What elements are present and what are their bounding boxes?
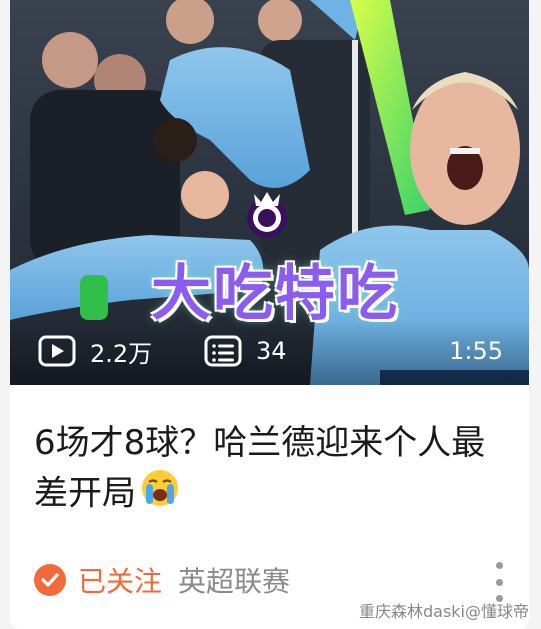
category-tag[interactable]: 英超联赛 (178, 560, 290, 600)
watermark: 重庆森林daski@懂球帝 (358, 602, 529, 621)
comment-count: 34 (204, 333, 287, 369)
more-options-icon[interactable] (493, 562, 505, 602)
more-dot (495, 562, 503, 569)
comment-count-text: 34 (256, 337, 287, 365)
video-thumbnail[interactable]: 大吃特吃 2.2万 34 1:55 (10, 0, 529, 385)
view-count: 2.2万 (38, 333, 152, 369)
followed-check-icon[interactable] (34, 564, 66, 596)
more-dot (495, 578, 503, 586)
post-title[interactable]: 6场才8球？哈兰德迎来个人最差开局 (34, 418, 494, 522)
video-duration: 1:55 (449, 337, 503, 365)
play-count-icon (38, 335, 76, 367)
view-count-text: 2.2万 (90, 339, 153, 368)
post-footer: 已关注 英超联赛 (34, 558, 514, 602)
comment-list-icon (204, 335, 242, 367)
loudly-crying-face-icon (140, 468, 180, 522)
video-card[interactable]: 大吃特吃 2.2万 34 1:55 6场才8球？哈兰德迎来个人最差开局 已关注 … (10, 0, 529, 629)
post-title-text: 6场才8球？哈兰德迎来个人最差开局 (34, 423, 486, 514)
followed-label[interactable]: 已关注 (78, 560, 162, 600)
